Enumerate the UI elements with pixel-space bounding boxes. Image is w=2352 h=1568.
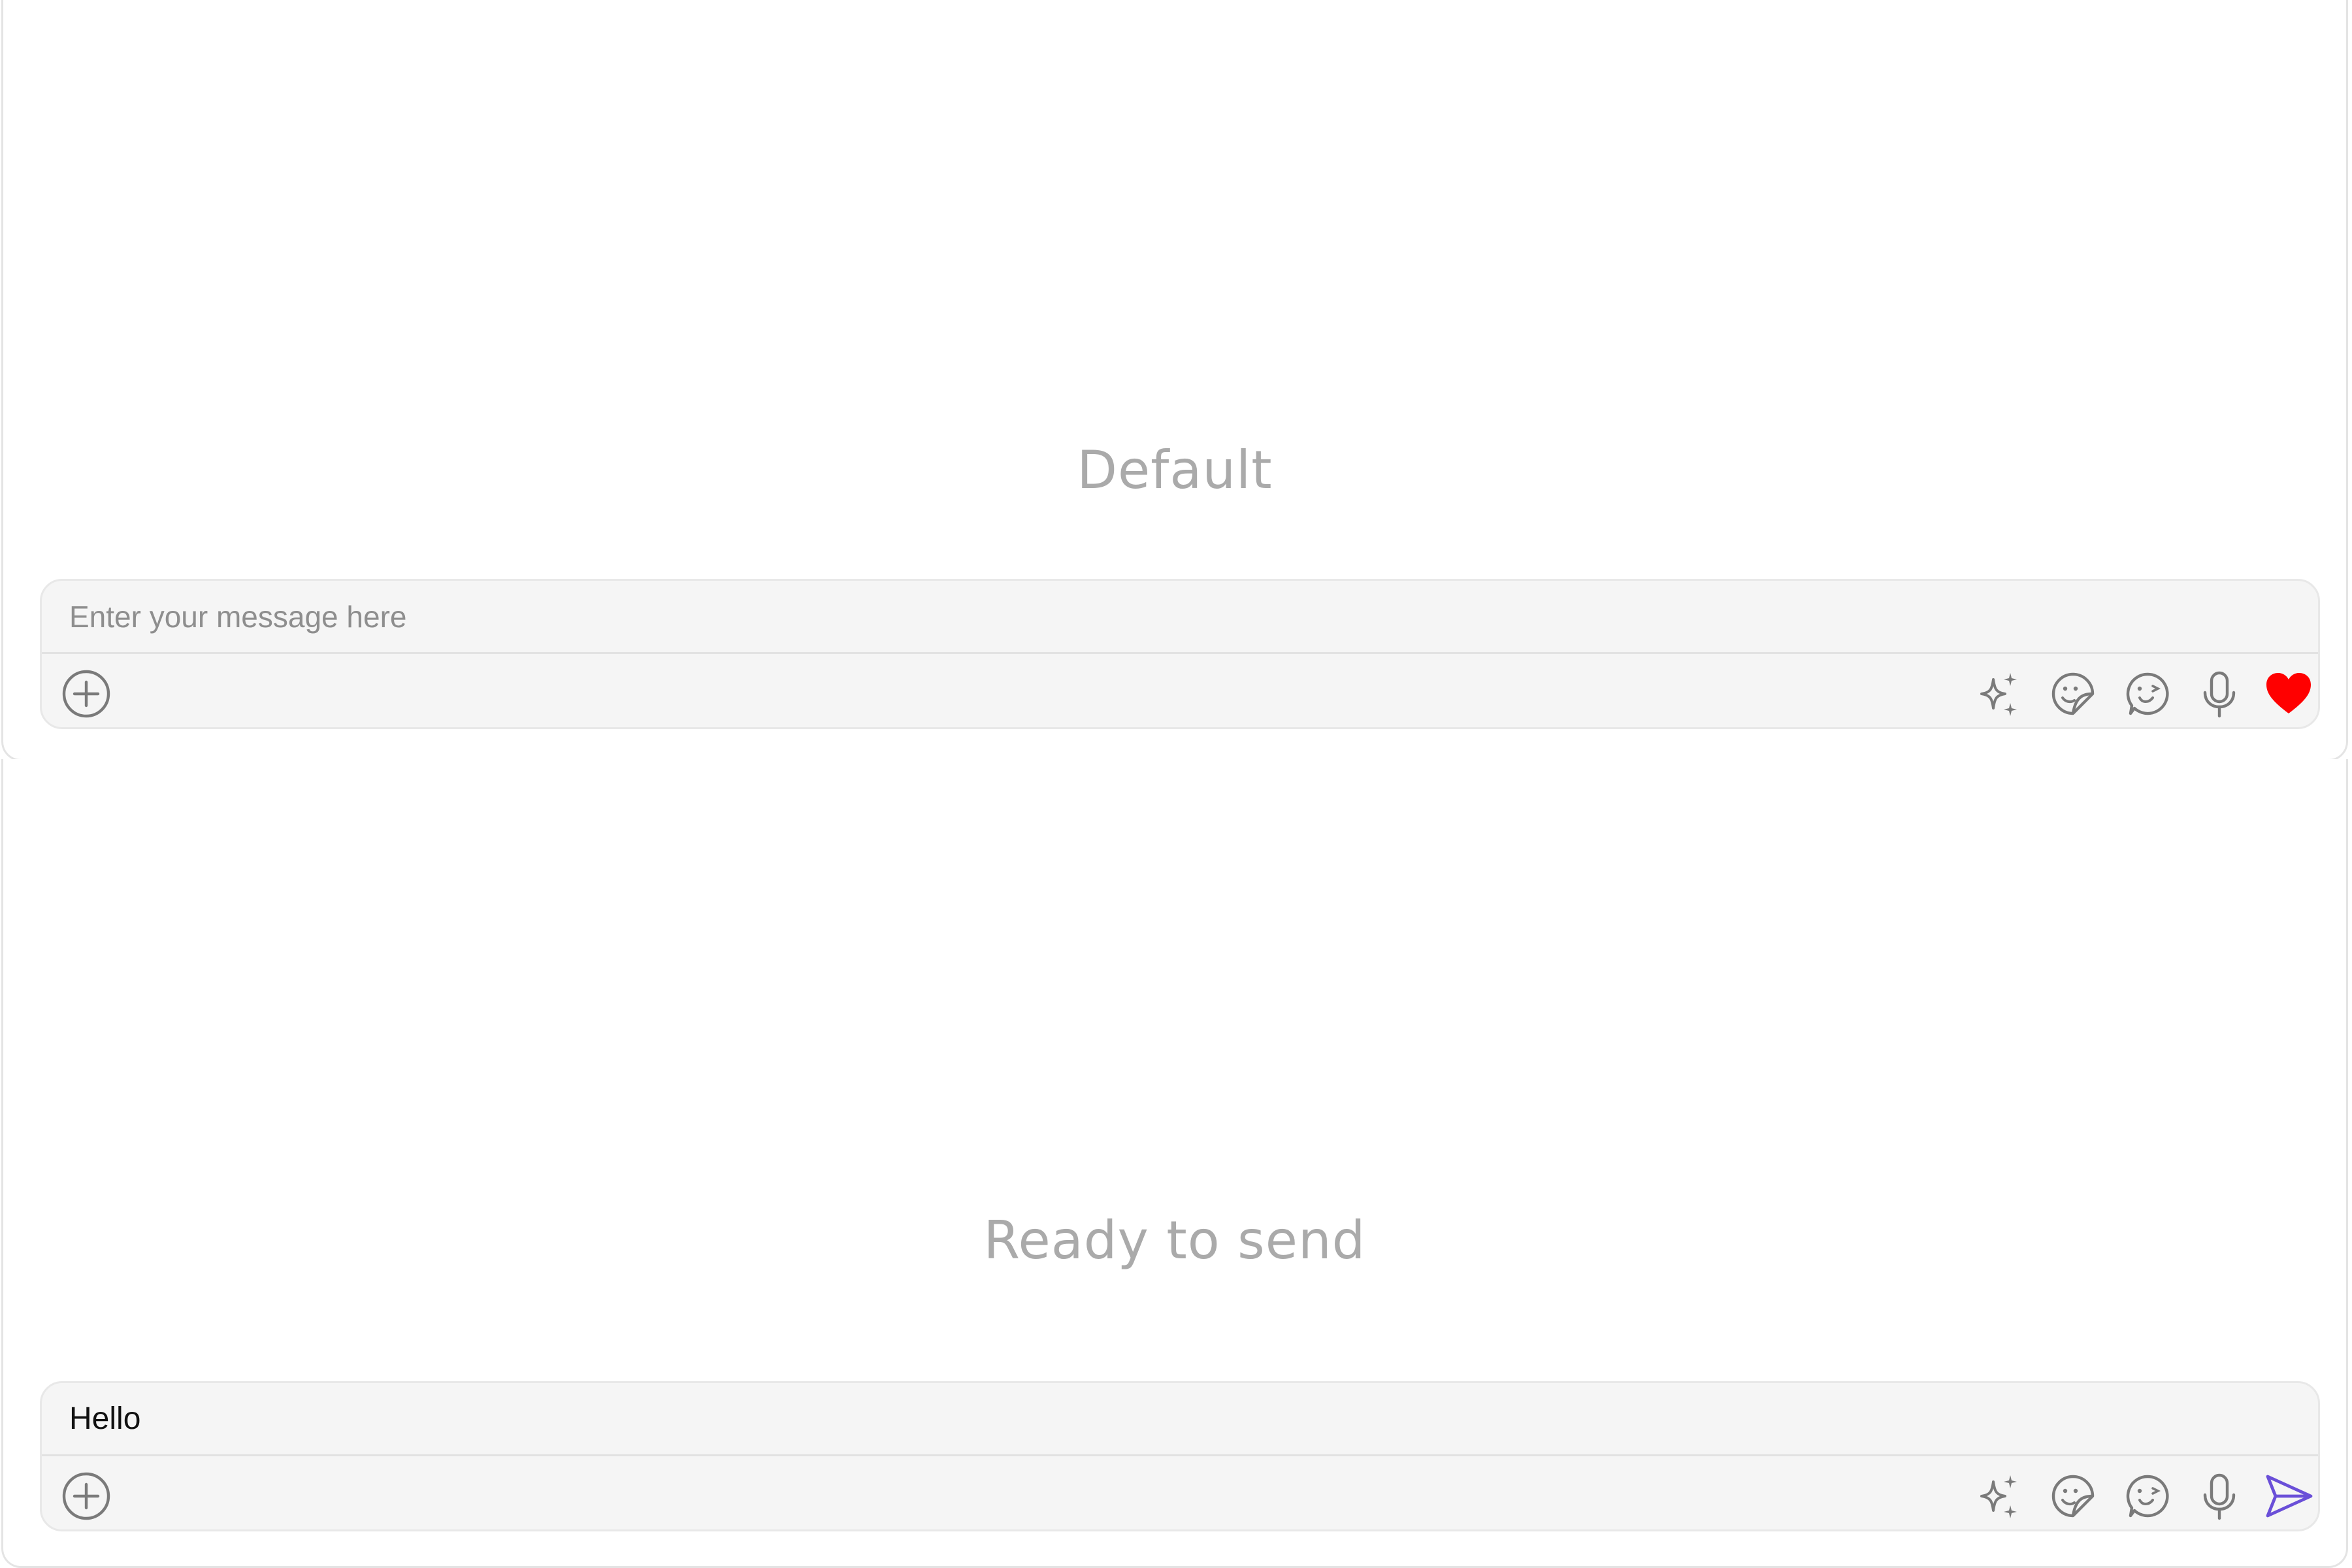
ai-sparkles-button[interactable] — [1972, 1470, 2025, 1522]
sparkles-icon — [1980, 1475, 2017, 1518]
emoji-icon — [2126, 672, 2169, 715]
add-icon — [62, 670, 110, 718]
composer-toolbar — [42, 1456, 2318, 1529]
like-heart-button[interactable] — [2262, 668, 2315, 720]
add-attachment-button[interactable] — [60, 1470, 112, 1522]
message-composer-ready: Hello — [40, 1381, 2320, 1531]
heart-icon — [2266, 673, 2311, 713]
ready-to-send-state-panel: Ready to send Hello — [1, 759, 2348, 1568]
microphone-icon — [2203, 1473, 2236, 1520]
state-label-default: Default — [1077, 440, 1273, 500]
sticker-button[interactable] — [2047, 1470, 2099, 1522]
state-label-ready-to-send: Ready to send — [983, 1210, 1366, 1271]
sparkles-icon — [1980, 673, 2017, 716]
message-composer-default: Enter your message here — [40, 579, 2320, 729]
emoji-button[interactable] — [2121, 1470, 2174, 1522]
sticker-button[interactable] — [2047, 668, 2099, 720]
emoji-icon — [2126, 1475, 2169, 1518]
add-attachment-button[interactable] — [60, 668, 112, 720]
default-state-panel: Default Enter your message here — [1, 0, 2348, 761]
microphone-icon — [2203, 671, 2236, 718]
send-icon — [2266, 1475, 2313, 1518]
emoji-button[interactable] — [2121, 668, 2174, 720]
add-icon — [62, 1472, 110, 1520]
ai-sparkles-button[interactable] — [1972, 668, 2025, 720]
message-input[interactable]: Enter your message here — [42, 581, 2318, 654]
send-button[interactable] — [2262, 1470, 2315, 1522]
composer-toolbar — [42, 654, 2318, 727]
message-input[interactable]: Hello — [42, 1383, 2318, 1456]
sticker-icon — [2051, 672, 2095, 715]
sticker-icon — [2051, 1475, 2095, 1518]
voice-record-button[interactable] — [2193, 1470, 2246, 1522]
voice-record-button[interactable] — [2193, 668, 2246, 720]
